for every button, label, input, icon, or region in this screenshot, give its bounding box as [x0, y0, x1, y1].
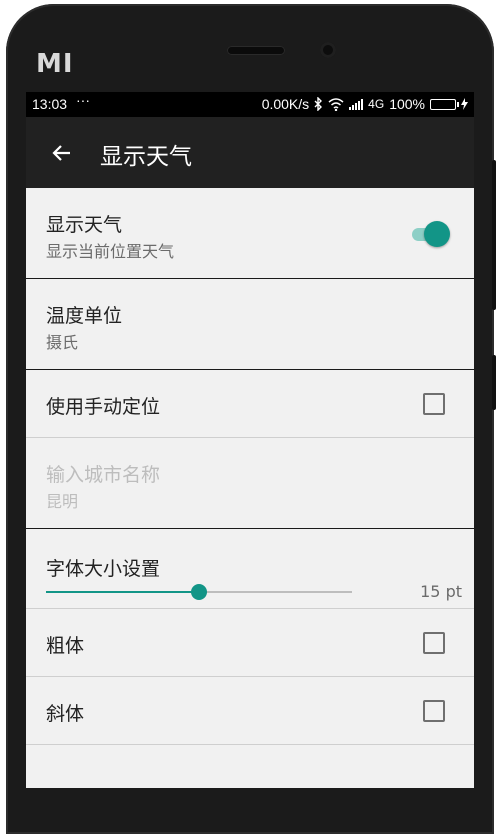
volume-button[interactable] [492, 355, 496, 410]
slider-thumb[interactable] [191, 584, 207, 600]
bold-checkbox[interactable] [423, 632, 445, 654]
setting-title: 斜体 [46, 703, 85, 725]
notification-dots: ··· [76, 92, 90, 108]
setting-title: 温度单位 [46, 305, 123, 327]
settings-list: 显示天气 显示当前位置天气 温度单位 摄氏 使用手动定位 输入城市名称 昆明 字… [26, 188, 474, 745]
front-camera [320, 42, 336, 58]
switch-thumb [424, 221, 450, 247]
setting-summary: 显示当前位置天气 [46, 242, 175, 261]
setting-show-weather[interactable]: 显示天气 显示当前位置天气 [26, 188, 474, 279]
setting-title: 字体大小设置 [46, 558, 161, 580]
slider-fill [46, 591, 199, 593]
setting-summary: 摄氏 [46, 333, 79, 352]
setting-title: 显示天气 [46, 214, 123, 236]
setting-title: 使用手动定位 [46, 396, 161, 418]
font-size-slider[interactable] [46, 584, 352, 600]
italic-checkbox[interactable] [423, 700, 445, 722]
manual-location-checkbox[interactable] [423, 393, 445, 415]
show-weather-switch[interactable] [410, 221, 450, 247]
setting-font-size: 字体大小设置 15 pt [26, 529, 474, 609]
setting-city-name[interactable]: 输入城市名称 昆明 [26, 438, 474, 529]
charging-bolt-icon [461, 98, 468, 110]
font-size-value: 15 pt [420, 582, 462, 601]
status-bar: 13:03 ··· 0.00K/s 4G 100% [26, 92, 474, 117]
setting-manual-location[interactable]: 使用手动定位 [26, 370, 474, 438]
bluetooth-icon [314, 97, 323, 111]
brand-logo: MI [36, 49, 74, 79]
earpiece-speaker [227, 46, 285, 55]
setting-summary: 昆明 [46, 492, 79, 511]
status-time: 13:03 [32, 96, 68, 112]
setting-italic[interactable]: 斜体 [26, 677, 474, 745]
net-speed: 0.00K/s [261, 96, 310, 112]
network-type: 4G [368, 97, 385, 111]
battery-icon [430, 98, 459, 110]
screen: 13:03 ··· 0.00K/s 4G 100% 显示天气 显示天气 显示当前… [26, 92, 474, 788]
setting-title: 粗体 [46, 635, 85, 657]
signal-icon [349, 99, 364, 110]
battery-percent: 100% [389, 96, 425, 112]
page-title: 显示天气 [100, 144, 192, 170]
arrow-back-icon[interactable] [50, 141, 74, 165]
wifi-icon [328, 97, 344, 111]
setting-bold[interactable]: 粗体 [26, 609, 474, 677]
power-button[interactable] [492, 160, 496, 310]
setting-temperature-unit[interactable]: 温度单位 摄氏 [26, 279, 474, 370]
setting-title: 输入城市名称 [46, 464, 161, 486]
app-toolbar: 显示天气 [26, 117, 474, 188]
